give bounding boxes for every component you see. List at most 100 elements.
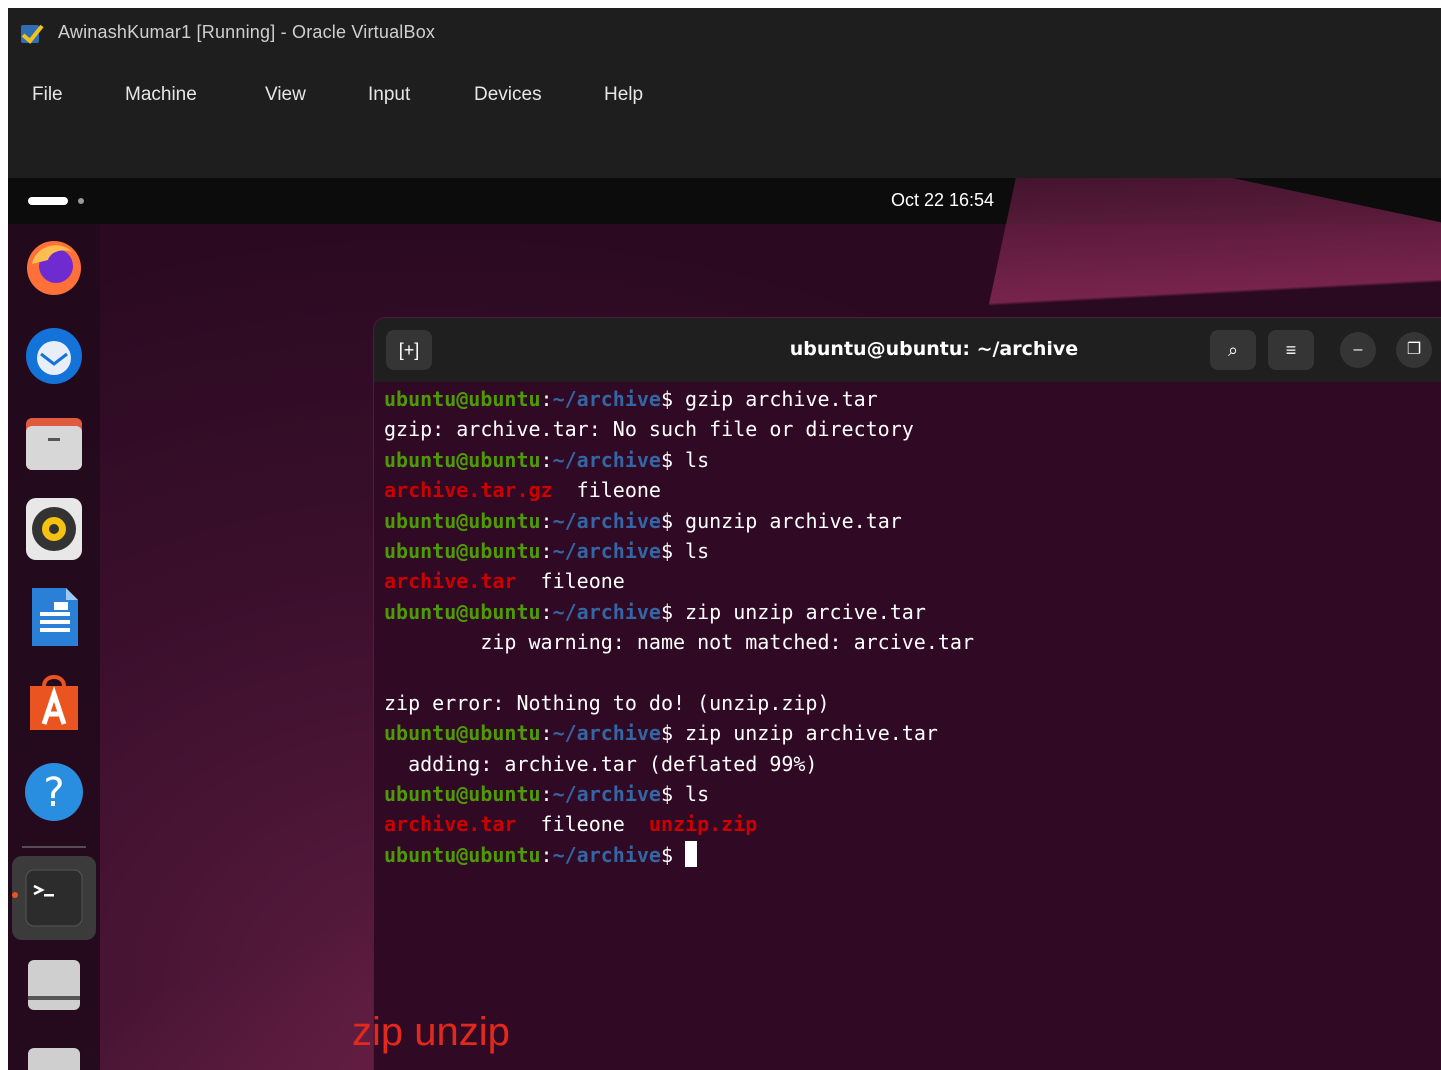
archive-file-name: archive.tar <box>384 569 517 594</box>
menu-file[interactable]: File <box>32 84 63 106</box>
prompt-user: ubuntu@ubuntu <box>384 599 541 624</box>
virtualbox-window: AwinashKumar1 [Running] - Oracle Virtual… <box>8 8 1441 1070</box>
prompt-user: ubuntu@ubuntu <box>384 387 541 411</box>
minimize-button[interactable]: – <box>1340 332 1376 368</box>
command-text: gunzip archive.tar <box>673 508 902 533</box>
menu-devices[interactable]: Devices <box>474 84 542 106</box>
archive-file-name: archive.tar <box>384 812 517 837</box>
prompt-path: ~/archive <box>552 538 661 563</box>
output-text: zip error: Nothing to do! (unzip.zip) <box>384 690 830 715</box>
menu-help[interactable]: Help <box>604 84 643 106</box>
archive-file-name: unzip.zip <box>648 812 758 837</box>
terminal-icon[interactable] <box>12 856 96 940</box>
minimize-icon: – <box>1353 341 1363 358</box>
drive-icon[interactable] <box>22 1040 86 1070</box>
app-center-icon[interactable] <box>22 670 86 734</box>
menu-input[interactable]: Input <box>368 84 410 106</box>
terminal-window[interactable]: [+] ubuntu@ubuntu: ~/archive ⌕ ≡ – ❐ ubu… <box>374 318 1441 1070</box>
terminal-line: ubuntu@ubuntu:~/archive$ gzip archive.ta… <box>384 384 1441 414</box>
annotation-label: zip unzip <box>352 1010 510 1054</box>
output-text: gzip: archive.tar: No such file or direc… <box>384 417 914 442</box>
svg-text:?: ? <box>43 770 64 816</box>
terminal-line: adding: archive.tar (deflated 99%) <box>384 749 1441 779</box>
drive-icon[interactable] <box>22 952 86 1016</box>
terminal-line: zip warning: name not matched: arcive.ta… <box>384 627 1441 657</box>
menu-view[interactable]: View <box>265 84 306 106</box>
terminal-line: archive.tar.gz fileone <box>384 475 1441 505</box>
menu-machine[interactable]: Machine <box>125 84 197 106</box>
prompt-dollar: $ <box>660 447 674 472</box>
dock: ? <box>8 224 100 1070</box>
running-indicator <box>12 892 18 898</box>
text-cursor <box>685 840 698 867</box>
prompt-dollar: $ <box>660 721 674 746</box>
files-icon[interactable] <box>22 410 86 474</box>
maximize-icon: ❐ <box>1406 341 1422 358</box>
terminal-line: ubuntu@ubuntu:~/archive$ <box>384 840 1441 870</box>
prompt-separator: : <box>540 538 553 563</box>
terminal-header-bar: [+] ubuntu@ubuntu: ~/archive ⌕ ≡ – ❐ <box>374 318 1441 382</box>
terminal-line: gzip: archive.tar: No such file or direc… <box>384 414 1441 444</box>
prompt-dollar: $ <box>660 538 674 563</box>
prompt-path: ~/archive <box>552 842 661 867</box>
clock[interactable]: Oct 22 16:54 <box>891 190 994 210</box>
prompt-dollar: $ <box>660 599 674 624</box>
prompt-separator: : <box>540 782 553 807</box>
prompt-separator: : <box>540 447 553 472</box>
file-name: fileone <box>516 569 625 594</box>
command-text: ls <box>673 538 710 563</box>
firefox-icon[interactable] <box>22 234 86 298</box>
prompt-user: ubuntu@ubuntu <box>384 842 541 867</box>
prompt-path: ~/archive <box>552 508 661 533</box>
rhythmbox-icon[interactable] <box>22 496 86 560</box>
command-text: zip unzip arcive.tar <box>673 599 926 624</box>
terminal-line: ubuntu@ubuntu:~/archive$ ls <box>384 779 1441 809</box>
terminal-line: ubuntu@ubuntu:~/archive$ gunzip archive.… <box>384 506 1441 536</box>
terminal-line: ubuntu@ubuntu:~/archive$ zip unzip arciv… <box>384 597 1441 627</box>
command-text: ls <box>673 782 710 807</box>
menu-button[interactable]: ≡ <box>1268 330 1314 370</box>
prompt-path: ~/archive <box>552 447 661 472</box>
vbox-titlebar: AwinashKumar1 [Running] - Oracle Virtual… <box>8 8 1441 60</box>
prompt-user: ubuntu@ubuntu <box>384 447 541 472</box>
prompt-separator: : <box>540 508 553 533</box>
prompt-path: ~/archive <box>552 387 661 411</box>
prompt-separator: : <box>540 721 553 746</box>
terminal-line: ubuntu@ubuntu:~/archive$ ls <box>384 536 1441 566</box>
search-button[interactable]: ⌕ <box>1210 330 1256 370</box>
prompt-dollar: $ <box>660 782 674 807</box>
prompt-user: ubuntu@ubuntu <box>384 538 541 563</box>
terminal-line: archive.tar fileone unzip.zip <box>384 809 1441 839</box>
maximize-button[interactable]: ❐ <box>1396 332 1432 368</box>
terminal-line: archive.tar fileone <box>384 566 1441 596</box>
file-name: fileone <box>516 812 649 837</box>
prompt-user: ubuntu@ubuntu <box>384 782 541 807</box>
archive-file-name: archive.tar.gz <box>384 478 553 503</box>
vm-display[interactable]: Oct 22 16:54 ? [+] ubuntu@ubuntu: ~/arch… <box>8 178 1441 1070</box>
prompt-user: ubuntu@ubuntu <box>384 721 541 746</box>
terminal-line: zip error: Nothing to do! (unzip.zip) <box>384 688 1441 718</box>
window-title: AwinashKumar1 [Running] - Oracle Virtual… <box>58 22 436 42</box>
virtualbox-logo-icon <box>21 24 44 44</box>
prompt-separator: : <box>540 387 553 411</box>
output-text: adding: archive.tar (deflated 99%) <box>384 751 818 776</box>
help-icon[interactable]: ? <box>22 758 86 822</box>
file-name: fileone <box>552 478 661 503</box>
hamburger-menu-icon: ≡ <box>1285 340 1297 360</box>
search-icon: ⌕ <box>1227 340 1239 360</box>
prompt-dollar: $ <box>660 842 674 867</box>
command-text: ls <box>673 447 710 472</box>
prompt-dollar: $ <box>660 387 674 411</box>
vbox-menubar: File Machine View Input Devices Help <box>8 60 1441 178</box>
thunderbird-icon[interactable] <box>22 322 86 386</box>
prompt-dollar: $ <box>660 508 674 533</box>
command-text: zip unzip archive.tar <box>673 721 938 746</box>
prompt-path: ~/archive <box>552 599 661 624</box>
libreoffice-writer-icon[interactable] <box>22 584 86 648</box>
terminal-line: ubuntu@ubuntu:~/archive$ ls <box>384 445 1441 475</box>
prompt-separator: : <box>540 842 553 867</box>
terminal-line: ubuntu@ubuntu:~/archive$ zip unzip archi… <box>384 718 1441 748</box>
terminal-output[interactable]: ubuntu@ubuntu:~/archive$ gzip archive.ta… <box>384 384 1441 870</box>
